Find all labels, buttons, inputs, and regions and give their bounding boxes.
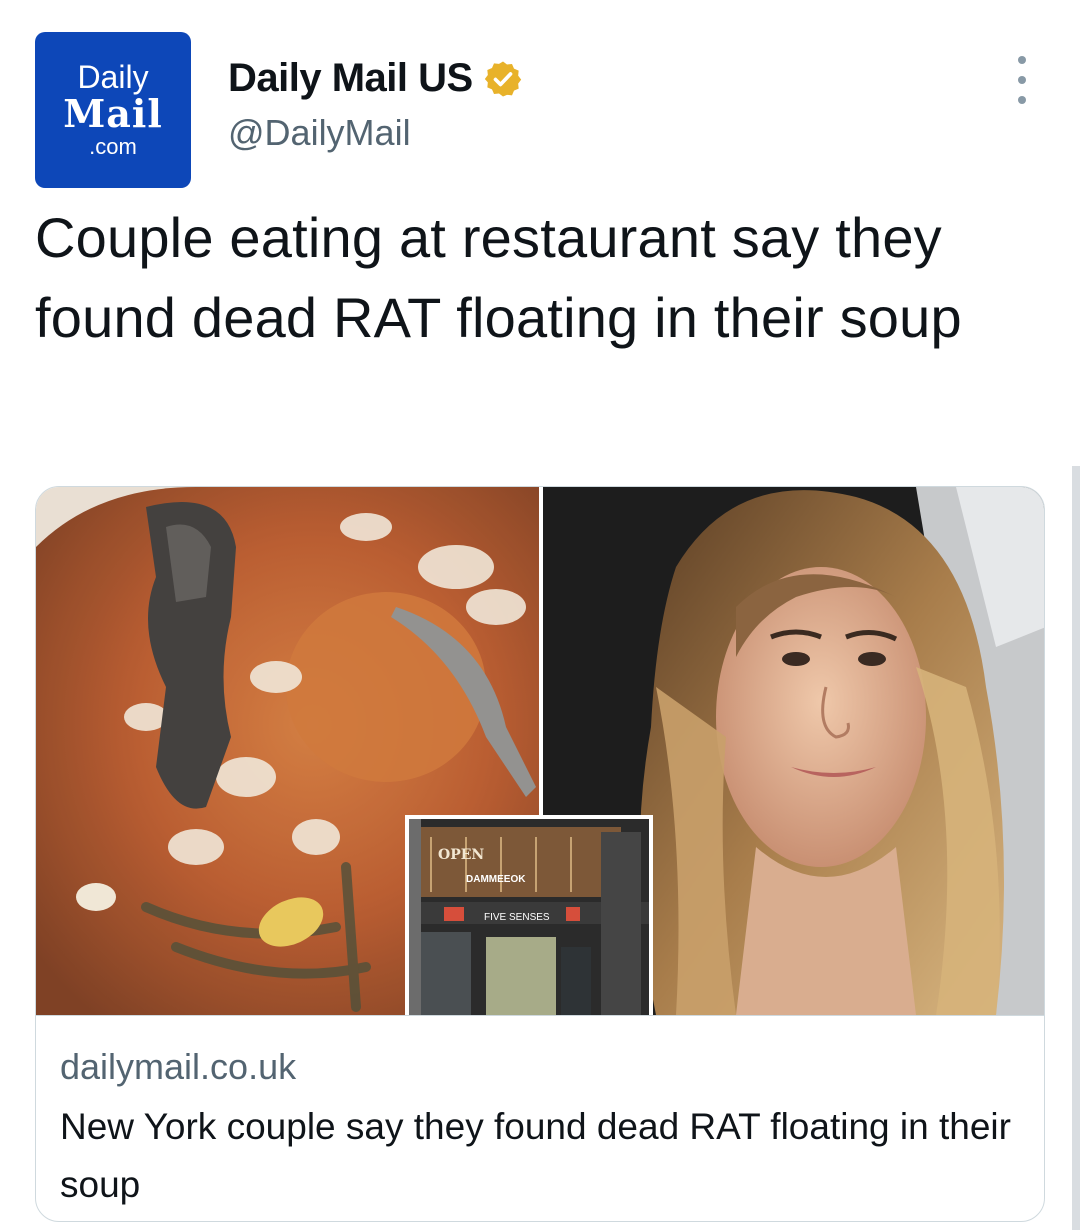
inset-sign-open: OPEN	[438, 847, 484, 863]
inset-sign-senses: FIVE SENSES	[484, 912, 550, 923]
link-card[interactable]: OPEN DAMMEEOK FIVE SENSES dailymail.co.u…	[35, 486, 1045, 1222]
scrollbar-track[interactable]	[1072, 466, 1080, 1230]
card-domain: dailymail.co.uk	[60, 1046, 297, 1087]
author-name-row[interactable]: Daily Mail US	[228, 56, 523, 101]
tweet-text: Couple eating at restaurant say they fou…	[35, 206, 962, 349]
avatar-text-mail: Mail	[63, 91, 163, 136]
verified-badge-icon	[484, 61, 521, 96]
avatar-text-daily: Daily	[77, 59, 149, 95]
restaurant-facade-inset: OPEN DAMMEEOK FIVE SENSES	[405, 815, 653, 1015]
more-vertical-icon[interactable]	[1008, 56, 1036, 104]
more-dot	[1018, 96, 1026, 104]
account-avatar[interactable]: Daily Mail .com	[35, 32, 191, 188]
card-meta[interactable]: dailymail.co.uk New York couple say they…	[36, 1015, 1044, 1221]
avatar-text-com: .com	[89, 134, 137, 159]
card-title[interactable]: New York couple say they found dead RAT …	[60, 1098, 1035, 1214]
account-handle[interactable]: @DailyMail	[228, 112, 411, 154]
display-name[interactable]: Daily Mail US	[228, 56, 473, 101]
card-image[interactable]: OPEN DAMMEEOK FIVE SENSES	[36, 487, 1044, 1015]
more-dot	[1018, 76, 1026, 84]
inset-sign-name: DAMMEEOK	[466, 874, 526, 885]
more-dot	[1018, 56, 1026, 64]
